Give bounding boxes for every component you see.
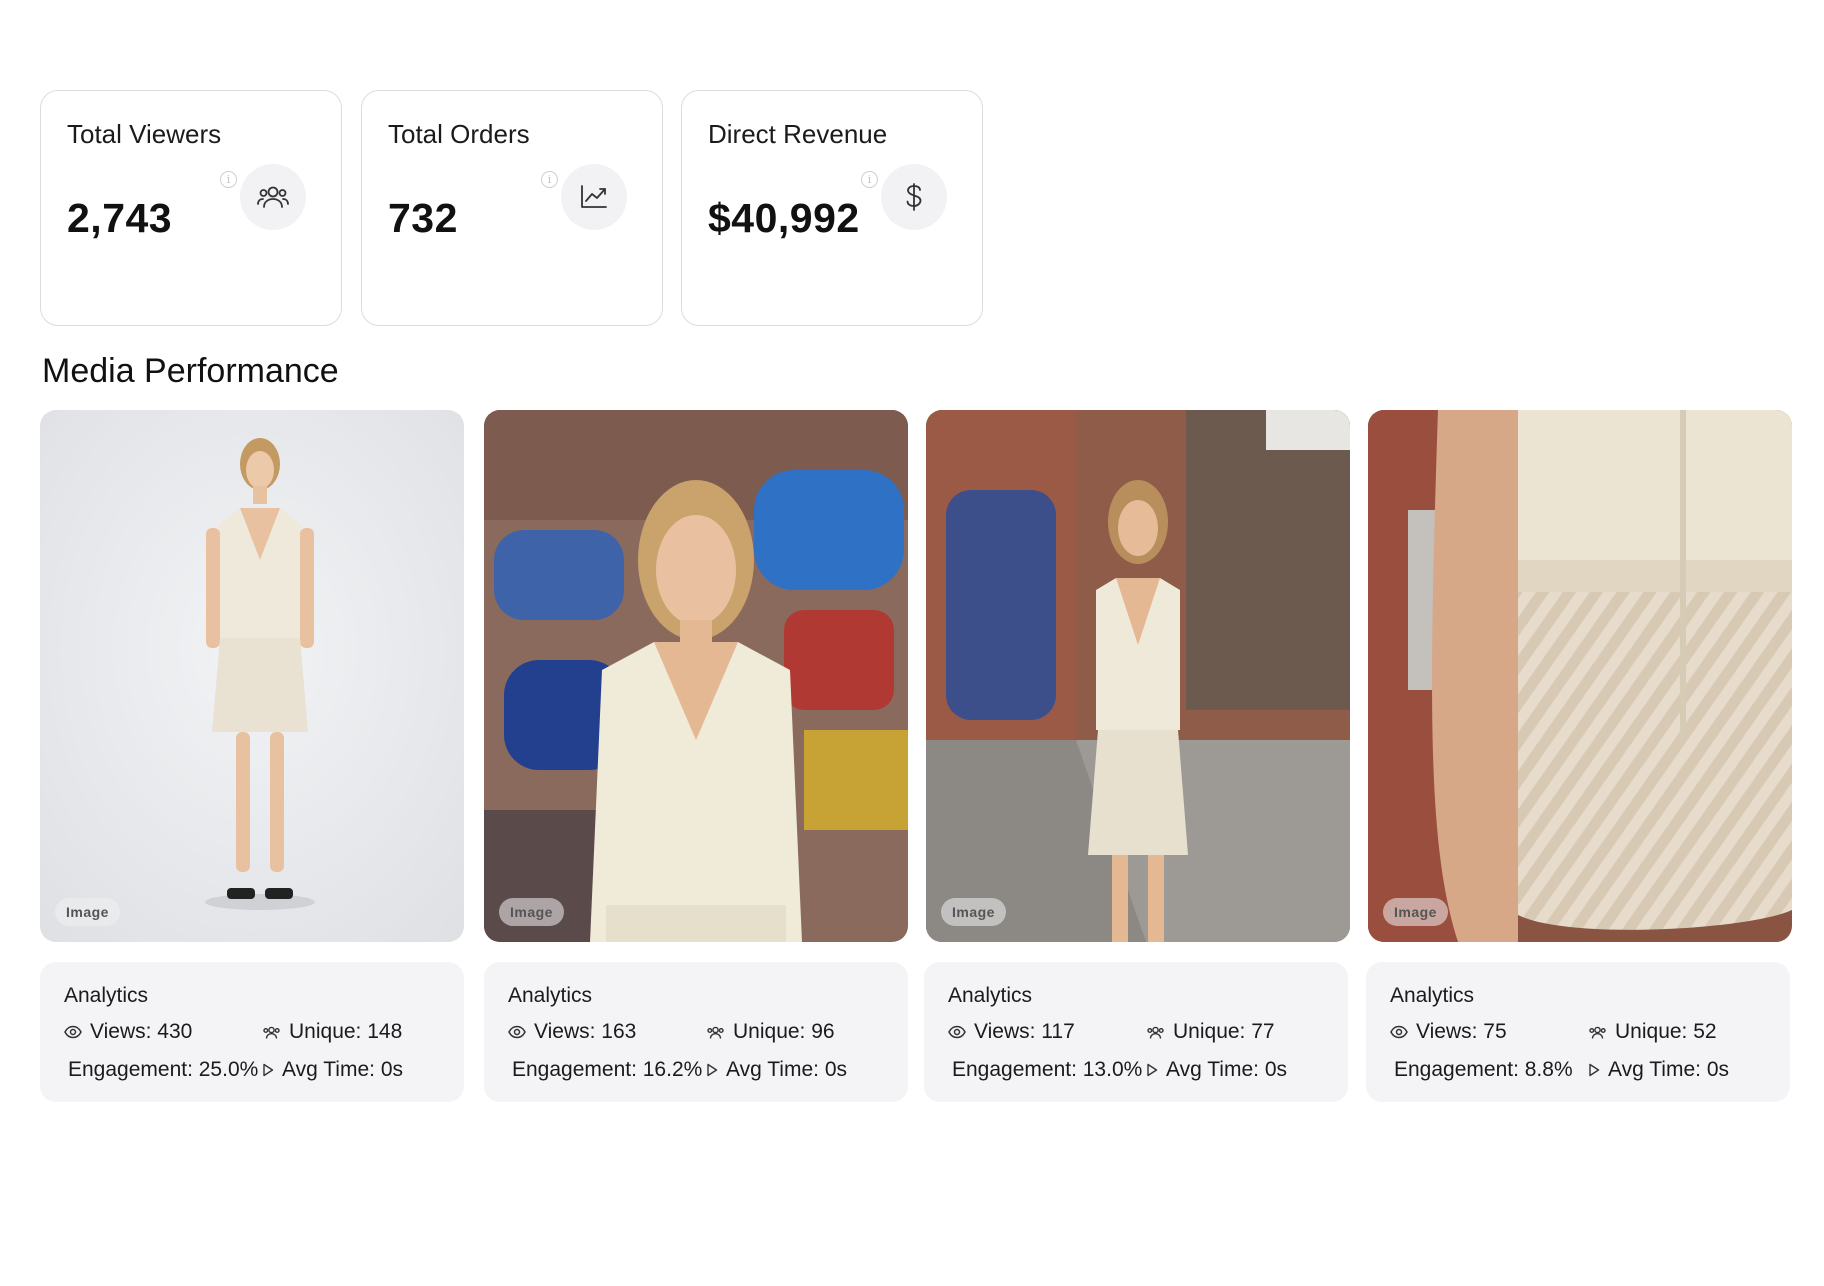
eye-icon <box>1390 1025 1408 1039</box>
stat-value: $40,992 <box>708 195 860 241</box>
avg-time-stat: Avg Time: 0s <box>1146 1058 1287 1082</box>
views-stat: Views: 430 <box>64 1020 192 1044</box>
eye-icon <box>508 1025 526 1039</box>
eye-icon <box>948 1025 966 1039</box>
users-icon <box>240 164 306 230</box>
stat-card-direct-revenue: Direct Revenue i $40,992 <box>681 90 983 326</box>
play-icon <box>1147 1063 1158 1077</box>
engagement-label: Engagement: 16.2% <box>512 1058 703 1081</box>
play-icon <box>1589 1063 1600 1077</box>
avg-time-stat: Avg Time: 0s <box>1588 1058 1729 1082</box>
media-image-4[interactable]: Image <box>1368 410 1792 942</box>
info-icon[interactable]: i <box>541 171 558 188</box>
engagement-stat: Engagement: 16.2% <box>512 1058 702 1082</box>
media-type-badge: Image <box>499 898 564 926</box>
views-stat: Views: 163 <box>508 1020 636 1044</box>
unique-label: Unique: 77 <box>1173 1020 1275 1043</box>
media-image-3[interactable]: Image <box>926 410 1350 942</box>
unique-stat: Unique: 148 <box>262 1020 402 1044</box>
info-icon[interactable]: i <box>861 171 878 188</box>
avg-time-label: Avg Time: 0s <box>726 1058 847 1081</box>
play-icon <box>707 1063 718 1077</box>
analytics-panel: Analytics Views: 430 Unique: 148 Engagem… <box>40 962 464 1102</box>
unique-stat: Unique: 77 <box>1146 1020 1275 1044</box>
analytics-panel: Analytics Views: 163 Unique: 96 Engageme… <box>484 962 908 1102</box>
views-label: Views: 117 <box>974 1020 1075 1043</box>
users-icon <box>1147 1026 1164 1039</box>
product-photo <box>1368 410 1792 942</box>
analytics-panel: Analytics Views: 117 Unique: 77 Engageme… <box>924 962 1348 1102</box>
stat-title: Direct Revenue <box>708 119 888 149</box>
avg-time-label: Avg Time: 0s <box>282 1058 403 1081</box>
avg-time-label: Avg Time: 0s <box>1608 1058 1729 1081</box>
users-icon <box>263 1026 280 1039</box>
stat-value: 2,743 <box>67 195 173 241</box>
info-icon[interactable]: i <box>220 171 237 188</box>
play-icon <box>263 1063 274 1077</box>
avg-time-label: Avg Time: 0s <box>1166 1058 1287 1081</box>
media-type-badge: Image <box>941 898 1006 926</box>
dollar-icon <box>881 164 947 230</box>
analytics-title: Analytics <box>64 984 149 1007</box>
media-image-2[interactable]: Image <box>484 410 908 942</box>
views-label: Views: 75 <box>1416 1020 1507 1043</box>
unique-stat: Unique: 52 <box>1588 1020 1717 1044</box>
analytics-title: Analytics <box>1390 984 1475 1007</box>
engagement-stat: Engagement: 13.0% <box>952 1058 1142 1082</box>
avg-time-stat: Avg Time: 0s <box>262 1058 403 1082</box>
views-stat: Views: 117 <box>948 1020 1075 1044</box>
trend-chart-icon <box>561 164 627 230</box>
analytics-panel: Analytics Views: 75 Unique: 52 Engagemen… <box>1366 962 1790 1102</box>
engagement-label: Engagement: 25.0% <box>68 1058 259 1081</box>
stat-card-total-orders: Total Orders i 732 <box>361 90 663 326</box>
stat-title: Total Viewers <box>67 119 222 149</box>
media-type-badge: Image <box>55 898 120 926</box>
media-image-1[interactable]: Image <box>40 410 464 942</box>
stat-title: Total Orders <box>388 119 530 149</box>
analytics-title: Analytics <box>508 984 593 1007</box>
engagement-stat: Engagement: 8.8% <box>1394 1058 1573 1082</box>
unique-label: Unique: 52 <box>1615 1020 1717 1043</box>
views-stat: Views: 75 <box>1390 1020 1507 1044</box>
unique-stat: Unique: 96 <box>706 1020 835 1044</box>
views-label: Views: 430 <box>90 1020 193 1043</box>
avg-time-stat: Avg Time: 0s <box>706 1058 847 1082</box>
engagement-label: Engagement: 13.0% <box>952 1058 1143 1081</box>
engagement-stat: Engagement: 25.0% <box>68 1058 258 1082</box>
stat-value: 732 <box>388 195 458 241</box>
product-photo <box>926 410 1350 942</box>
users-icon <box>1589 1026 1606 1039</box>
unique-label: Unique: 96 <box>733 1020 835 1043</box>
eye-icon <box>64 1025 82 1039</box>
section-title: Media Performance <box>42 352 339 390</box>
unique-label: Unique: 148 <box>289 1020 403 1043</box>
views-label: Views: 163 <box>534 1020 637 1043</box>
product-photo <box>40 410 464 942</box>
stat-card-total-viewers: Total Viewers i 2,743 <box>40 90 342 326</box>
analytics-title: Analytics <box>948 984 1033 1007</box>
media-type-badge: Image <box>1383 898 1448 926</box>
product-photo <box>484 410 908 942</box>
users-icon <box>707 1026 724 1039</box>
engagement-label: Engagement: 8.8% <box>1394 1058 1573 1081</box>
